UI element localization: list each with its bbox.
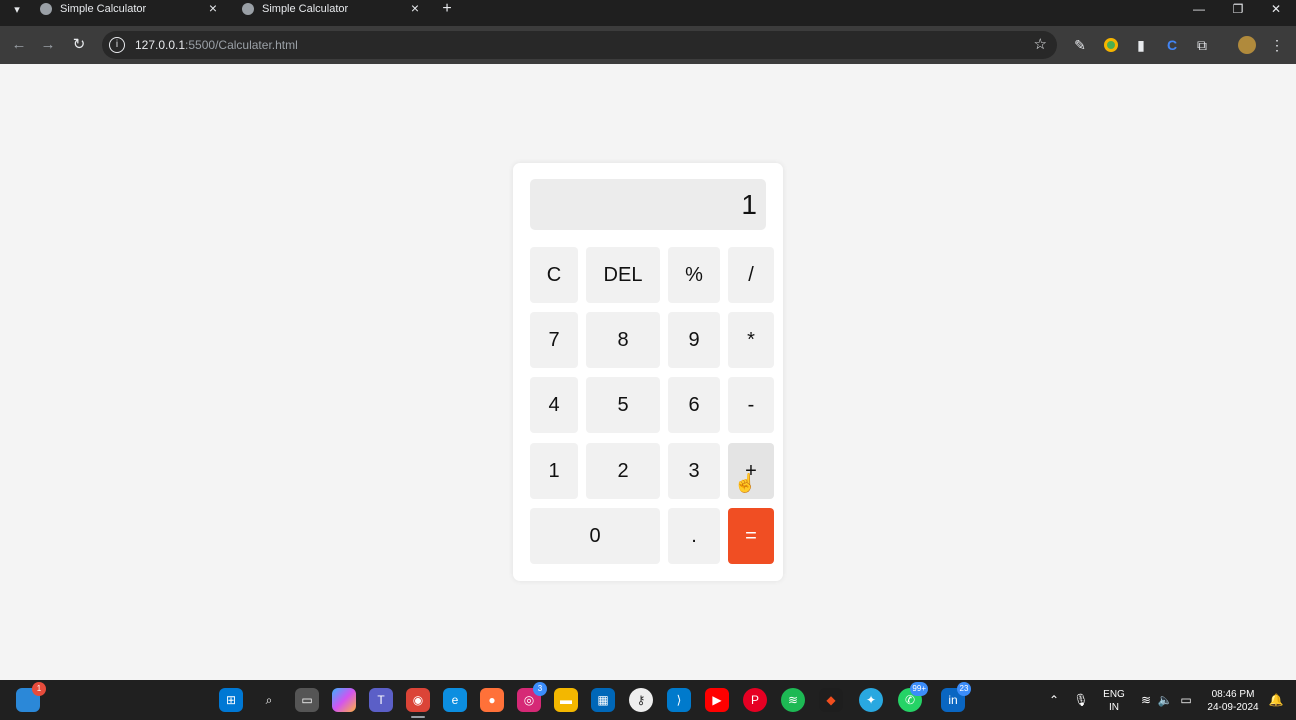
- notes-extension-icon[interactable]: ▮: [1131, 35, 1151, 55]
- key-app-icon[interactable]: ⚷: [629, 688, 653, 712]
- profile-avatar[interactable]: [1237, 35, 1257, 55]
- percent-button[interactable]: %: [668, 247, 720, 303]
- page-content: 1 C DEL % / 7 8 9 * 4 5 6 - 1 2 3 + 0 . …: [0, 64, 1296, 680]
- notification-bell-icon[interactable]: 🔔: [1264, 688, 1288, 712]
- microsoft-store-icon[interactable]: ▦: [591, 688, 615, 712]
- spotify-icon[interactable]: ≋: [781, 688, 805, 712]
- multiply-button[interactable]: *: [728, 312, 774, 368]
- edge-icon[interactable]: e: [443, 688, 467, 712]
- task-view-icon[interactable]: ▭: [295, 688, 319, 712]
- tab-2[interactable]: Simple Calculator ×: [242, 0, 422, 18]
- browser-toolbar: ← → ↻ i 127.0.0.1:5500/Calculater.html ☆…: [0, 26, 1296, 64]
- youtube-icon[interactable]: ▶: [705, 688, 729, 712]
- hand-cursor-icon: ☝: [734, 473, 757, 493]
- bookmark-star-icon[interactable]: ☆: [1034, 35, 1047, 53]
- c-extension-icon[interactable]: C: [1162, 35, 1182, 55]
- forward-icon[interactable]: →: [37, 34, 59, 56]
- clock[interactable]: 08:46 PM 24-09-2024: [1200, 688, 1266, 714]
- pinterest-icon[interactable]: P: [743, 688, 767, 712]
- eight-button[interactable]: 8: [586, 312, 660, 368]
- date-text: 24-09-2024: [1207, 702, 1259, 713]
- figma-icon[interactable]: ◆: [819, 688, 843, 712]
- whatsapp-icon[interactable]: ✆ 99+: [898, 682, 928, 712]
- linkedin-badge: 23: [957, 682, 971, 696]
- chrome-icon[interactable]: ◉: [406, 688, 430, 712]
- globe-icon: [242, 3, 254, 15]
- seven-button[interactable]: 7: [530, 312, 578, 368]
- eyedropper-extension-icon[interactable]: ✎: [1070, 35, 1090, 55]
- minus-button[interactable]: -: [728, 377, 774, 433]
- globe-icon: [40, 3, 52, 15]
- window-close-icon[interactable]: ✕: [1264, 0, 1288, 18]
- linkedin-icon[interactable]: in 23: [941, 682, 971, 712]
- back-icon[interactable]: ←: [8, 34, 30, 56]
- url-host: 127.0.0.1: [135, 38, 186, 52]
- tab-strip: ▾ Simple Calculator × Simple Calculator …: [0, 0, 1296, 26]
- teams-icon[interactable]: T: [369, 688, 393, 712]
- widgets-icon[interactable]: 1: [16, 682, 46, 712]
- decimal-button[interactable]: .: [668, 508, 720, 564]
- instagram-icon[interactable]: ◎ 3: [517, 682, 547, 712]
- tab-title: Simple Calculator: [262, 3, 349, 15]
- divide-button[interactable]: /: [728, 247, 774, 303]
- tab-1[interactable]: Simple Calculator ×: [40, 0, 220, 18]
- nine-button[interactable]: 9: [668, 312, 720, 368]
- region-text: IN: [1109, 702, 1119, 713]
- new-tab-icon[interactable]: +: [440, 0, 454, 18]
- app-icon[interactable]: ✦: [859, 688, 883, 712]
- microphone-icon[interactable]: 🎙: [1069, 688, 1093, 712]
- calculator: 1 C DEL % / 7 8 9 * 4 5 6 - 1 2 3 + 0 . …: [513, 163, 783, 581]
- url-path: :5500/Calculater.html: [185, 38, 298, 52]
- colorful-extension-icon[interactable]: [1101, 35, 1121, 55]
- notification-badge: 1: [32, 682, 46, 696]
- instagram-badge: 3: [533, 682, 547, 696]
- active-app-indicator: [411, 716, 425, 718]
- vscode-icon[interactable]: ⟩: [667, 688, 691, 712]
- one-button[interactable]: 1: [530, 443, 578, 499]
- six-button[interactable]: 6: [668, 377, 720, 433]
- address-bar[interactable]: i 127.0.0.1:5500/Calculater.html ☆: [102, 31, 1057, 59]
- chevron-up-icon[interactable]: ⌃: [1042, 688, 1066, 712]
- tab-search-icon[interactable]: ▾: [8, 0, 26, 18]
- four-button[interactable]: 4: [530, 377, 578, 433]
- tab-title: Simple Calculator: [60, 3, 147, 15]
- site-info-icon[interactable]: i: [109, 37, 125, 53]
- search-icon[interactable]: ⌕: [257, 688, 281, 712]
- three-button[interactable]: 3: [668, 443, 720, 499]
- two-button[interactable]: 2: [586, 443, 660, 499]
- language-indicator[interactable]: ENG IN: [1100, 688, 1128, 714]
- battery-icon[interactable]: ▭: [1174, 688, 1198, 712]
- windows-taskbar: 1 ⊞ ⌕ ▭ T ◉ e ● ◎ 3 ▬ ▦ ⚷ ⟩ ▶ P ≋ ◆ ✦ ✆ 99…: [0, 680, 1296, 720]
- language-text: ENG: [1103, 689, 1125, 700]
- whatsapp-badge: 99+: [910, 682, 928, 696]
- menu-kebab-icon[interactable]: ⋮: [1267, 35, 1287, 55]
- file-explorer-icon[interactable]: ▬: [554, 688, 578, 712]
- minimize-icon[interactable]: —: [1187, 0, 1211, 18]
- windows-start-icon[interactable]: ⊞: [219, 688, 243, 712]
- copilot-icon[interactable]: [332, 688, 356, 712]
- calculator-display: 1: [530, 179, 766, 230]
- reload-icon[interactable]: ↻: [68, 34, 90, 56]
- clear-button[interactable]: C: [530, 247, 578, 303]
- delete-button[interactable]: DEL: [586, 247, 660, 303]
- time-text: 08:46 PM: [1211, 689, 1255, 700]
- zero-button[interactable]: 0: [530, 508, 660, 564]
- firefox-icon[interactable]: ●: [480, 688, 504, 712]
- close-icon[interactable]: ×: [408, 1, 422, 15]
- five-button[interactable]: 5: [586, 377, 660, 433]
- extensions-puzzle-icon[interactable]: ⧉: [1192, 35, 1212, 55]
- equals-button[interactable]: =: [728, 508, 774, 564]
- restore-icon[interactable]: ❐: [1226, 0, 1250, 18]
- close-icon[interactable]: ×: [206, 1, 220, 15]
